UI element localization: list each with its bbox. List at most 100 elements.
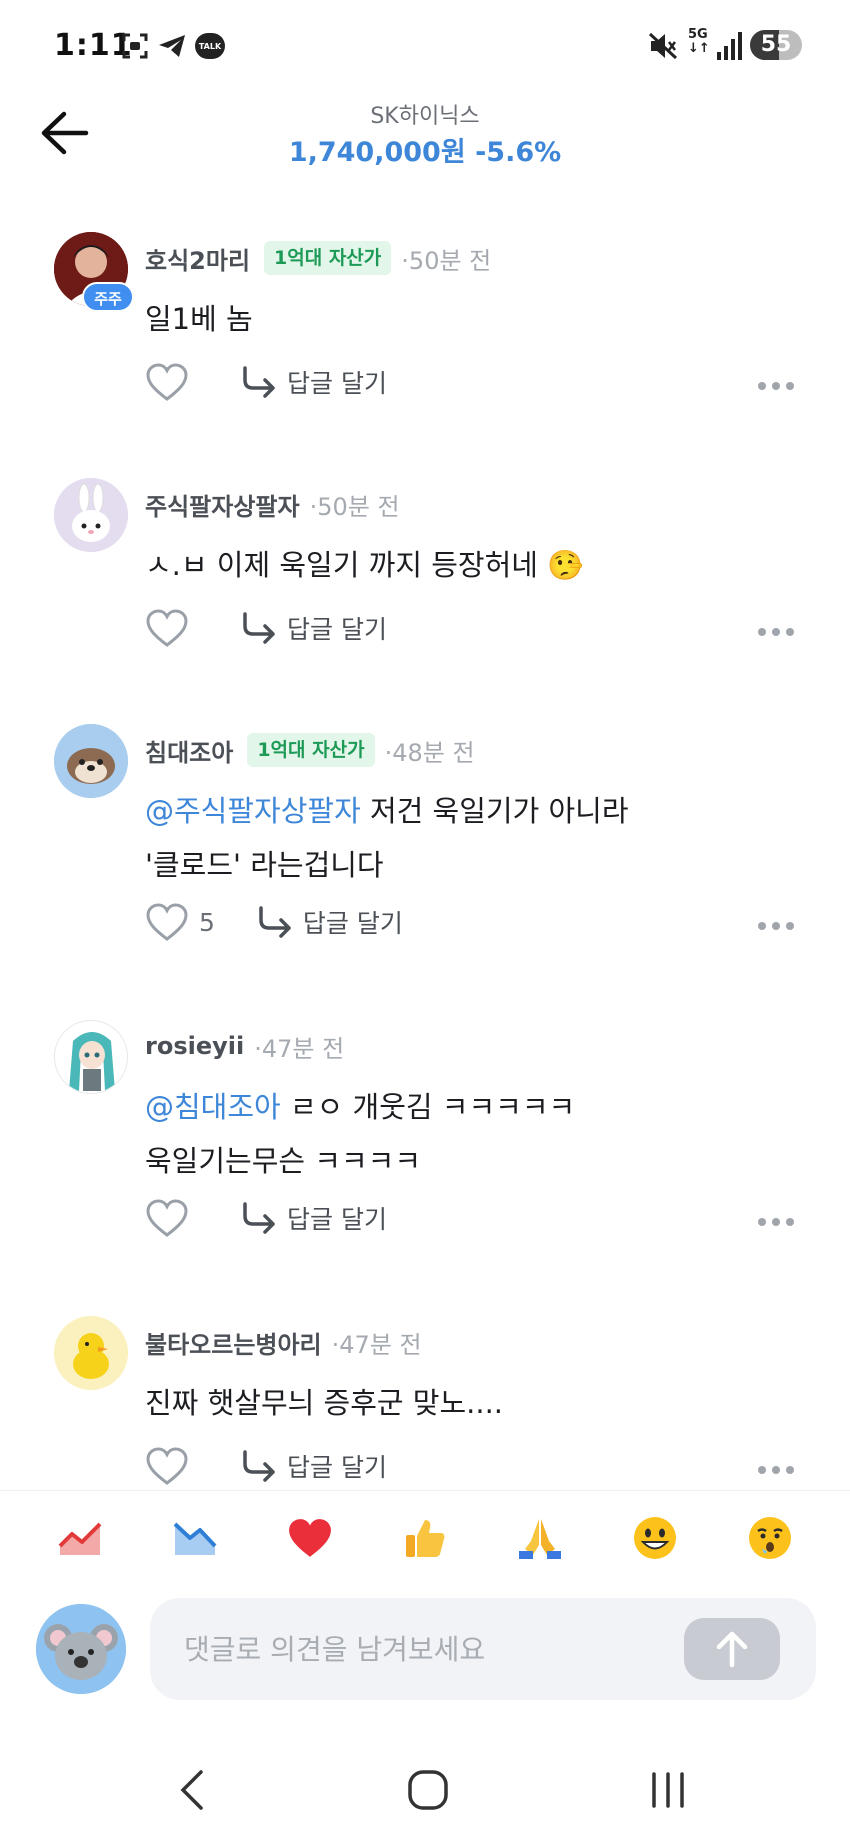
my-avatar[interactable] xyxy=(36,1604,126,1694)
comment-time: ·47분 전 xyxy=(331,1330,422,1359)
asset-tag: 1억대 자산가 xyxy=(264,241,392,275)
comment-body: 진짜 햇살무늬 증후군 맞노.... xyxy=(145,1376,503,1430)
avatar[interactable] xyxy=(54,724,128,798)
reply-button[interactable]: 답글 달기 xyxy=(241,1448,387,1484)
network-label: 5G xyxy=(688,27,708,42)
more-options-icon[interactable] xyxy=(758,1466,794,1476)
comment-time-text: 50분 전 xyxy=(317,492,400,521)
back-nav-icon[interactable] xyxy=(162,1760,222,1820)
comment-time: ·50분 전 xyxy=(309,492,400,521)
mute-icon xyxy=(646,30,680,62)
comment-meta: 침대조아 1억대 자산가 ·48분 전 xyxy=(145,732,475,768)
comment-line: '클로드' 라는겁니다 xyxy=(145,848,384,882)
comment-actions: 답글 달기 xyxy=(145,1446,387,1486)
thumbs-up-icon[interactable] xyxy=(400,1513,450,1563)
arrow-up-icon xyxy=(716,1631,748,1668)
talk-icon-label: TALK xyxy=(195,33,225,59)
comment-body: 일1베 놈 xyxy=(145,292,253,346)
comment-nickname[interactable]: rosieyii xyxy=(145,1032,244,1060)
reply-label: 답글 달기 xyxy=(287,1205,387,1234)
comment-line: ㅅ.ㅂ 이제 욱일기 까지 등장허네 🤥 xyxy=(145,548,584,582)
reply-button[interactable]: 답글 달기 xyxy=(241,610,387,646)
comment-nickname[interactable]: 불타오르는병아리 xyxy=(145,1325,322,1360)
status-bar: 1:11 TALK 5G ↓↑ 55 xyxy=(0,0,850,90)
like-heart-icon[interactable] xyxy=(145,902,189,942)
reply-button[interactable]: 답글 달기 xyxy=(241,364,387,400)
avatar[interactable] xyxy=(54,478,128,552)
comment-meta: 불타오르는병아리 ·47분 전 xyxy=(145,1324,422,1360)
comment-time-text: 48분 전 xyxy=(392,738,475,767)
stock-price-line: 1,740,000원 -5.6% xyxy=(0,130,850,169)
signal-icon xyxy=(714,30,744,62)
comment-text: 저건 욱일기가 아니라 xyxy=(360,794,629,828)
mention-link[interactable]: @침대조아 xyxy=(145,1090,281,1124)
comment-text: ㄹㅇ 개웃김 ㅋㅋㅋㅋㅋ xyxy=(280,1090,576,1124)
battery-icon: 55 xyxy=(750,30,802,60)
stock-change: -5.6% xyxy=(475,137,562,168)
reply-label: 답글 달기 xyxy=(287,369,387,398)
comment-nickname[interactable]: 주식팔자상팔자 xyxy=(145,487,300,522)
reply-label: 답글 달기 xyxy=(287,615,387,644)
pray-icon[interactable] xyxy=(515,1513,565,1563)
like-heart-icon[interactable] xyxy=(145,362,189,402)
comment-line: 일1베 놈 xyxy=(145,302,253,336)
reply-arrow-icon xyxy=(259,906,291,938)
comment-composer xyxy=(150,1598,816,1700)
comment-nickname[interactable]: 호식2마리 xyxy=(145,241,250,276)
comment-time: ·47분 전 xyxy=(254,1034,345,1063)
reply-arrow-icon xyxy=(243,366,275,398)
send-button[interactable] xyxy=(684,1618,780,1680)
stock-price: 1,740,000원 xyxy=(288,137,466,168)
like-heart-icon[interactable] xyxy=(145,1198,189,1238)
comment-time-text: 47분 전 xyxy=(339,1330,422,1359)
reply-button[interactable]: 답글 달기 xyxy=(241,1200,387,1236)
smile-icon[interactable] xyxy=(630,1513,680,1563)
chart-down-icon[interactable] xyxy=(170,1513,220,1563)
kakaotalk-icon: TALK xyxy=(194,30,226,62)
reply-button[interactable]: 답글 달기 xyxy=(257,904,403,940)
comment-actions: 5 답글 달기 xyxy=(145,902,403,942)
recents-nav-icon[interactable] xyxy=(638,1760,698,1820)
home-nav-icon[interactable] xyxy=(398,1760,458,1820)
comment-body: @침대조아 ㄹㅇ 개웃김 ㅋㅋㅋㅋㅋ 욱일기는무슨 ㅋㅋㅋㅋ xyxy=(145,1080,575,1188)
comment-input[interactable] xyxy=(184,1624,654,1674)
reply-label: 답글 달기 xyxy=(287,1453,387,1482)
avatar[interactable] xyxy=(54,1020,128,1094)
like-count: 5 xyxy=(199,907,215,937)
comment-actions: 답글 달기 xyxy=(145,608,387,648)
comment-body: ㅅ.ㅂ 이제 욱일기 까지 등장허네 🤥 xyxy=(145,538,583,592)
comment-actions: 답글 달기 xyxy=(145,1198,387,1238)
reply-arrow-icon xyxy=(243,1202,275,1234)
like-heart-icon[interactable] xyxy=(145,1446,189,1486)
reaction-bar xyxy=(0,1490,850,1580)
comment-meta: 호식2마리 1억대 자산가 ·50분 전 xyxy=(145,240,491,276)
comment-meta: rosieyii ·47분 전 xyxy=(145,1028,344,1064)
more-options-icon[interactable] xyxy=(758,628,794,638)
reply-arrow-icon xyxy=(243,612,275,644)
battery-label: 55 xyxy=(760,32,792,57)
heart-icon[interactable] xyxy=(285,1513,335,1563)
comment-time: ·50분 전 xyxy=(401,246,492,275)
chart-up-icon[interactable] xyxy=(55,1513,105,1563)
reply-label: 답글 달기 xyxy=(302,909,403,938)
more-options-icon[interactable] xyxy=(758,382,794,392)
comment-line: @주식팔자상팔자 저건 욱일기가 아니라 xyxy=(145,784,629,838)
shareholder-badge: 주주 xyxy=(82,282,134,312)
comment-time-text: 50분 전 xyxy=(408,246,492,275)
comment-body: @주식팔자상팔자 저건 욱일기가 아니라 '클로드' 라는겁니다 xyxy=(145,784,629,892)
comment-meta: 주식팔자상팔자 ·50분 전 xyxy=(145,486,400,522)
comment-time: ·48분 전 xyxy=(384,738,475,767)
like-heart-icon[interactable] xyxy=(145,608,189,648)
avatar[interactable] xyxy=(54,1316,128,1390)
comment-line: @침대조아 ㄹㅇ 개웃김 ㅋㅋㅋㅋㅋ xyxy=(145,1080,575,1134)
comment-nickname[interactable]: 침대조아 xyxy=(145,733,233,768)
telegram-icon xyxy=(156,30,188,62)
asset-tag: 1억대 자산가 xyxy=(247,733,375,767)
more-options-icon[interactable] xyxy=(758,1218,794,1228)
more-options-icon[interactable] xyxy=(758,922,794,932)
comment-time-text: 47분 전 xyxy=(261,1034,345,1063)
lying-face-icon[interactable] xyxy=(745,1513,795,1563)
mention-link[interactable]: @주식팔자상팔자 xyxy=(145,794,361,828)
reply-arrow-icon xyxy=(243,1450,275,1482)
comment-actions: 답글 달기 xyxy=(145,362,387,402)
